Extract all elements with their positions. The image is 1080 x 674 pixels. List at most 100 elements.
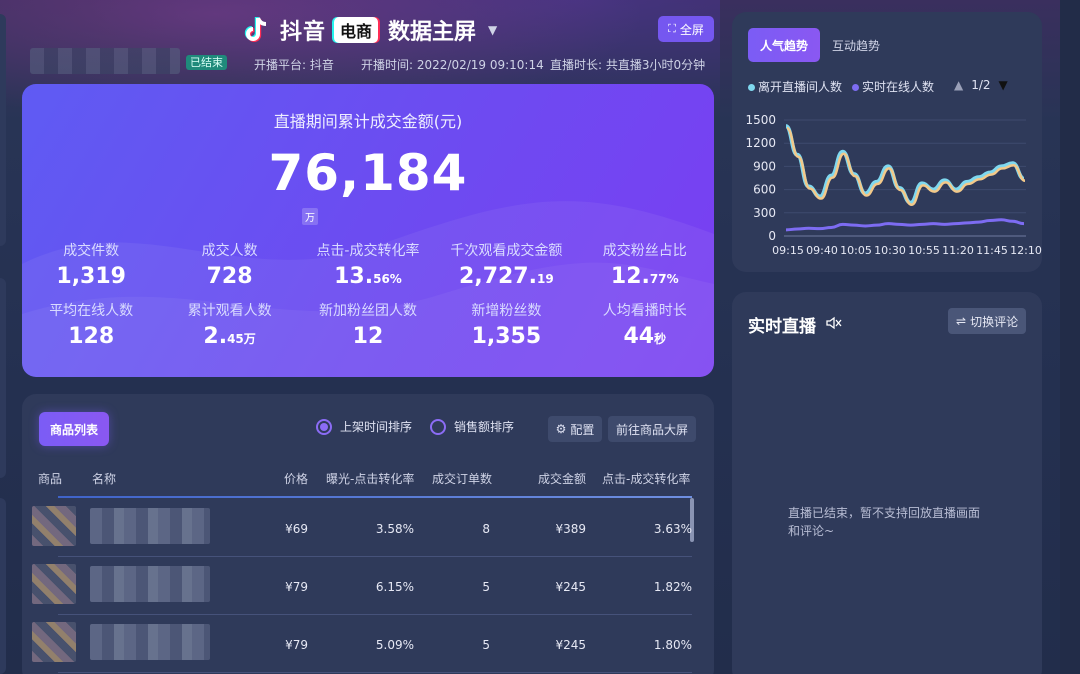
cell-orders: 5 (482, 580, 490, 594)
live-ended-message: 直播已结束，暂不支持回放直播画面和评论~ (788, 506, 981, 538)
legend-item-online[interactable]: 实时在线人数 (852, 78, 934, 95)
metric-item: 点击-成交转化率 13.56% (299, 240, 437, 300)
metric-value-main: 2,727. (459, 264, 537, 289)
cell-exposure-rate: 3.58% (375, 522, 414, 536)
table-row[interactable]: ¥69 3.58% 8 ¥389 3.63% (22, 498, 714, 556)
metric-item: 成交人数 728 (160, 240, 298, 300)
sort-by-sales-radio[interactable]: 销售额排序 (430, 418, 514, 435)
metric-label: 成交件数 (63, 243, 120, 259)
fullscreen-label: 全屏 (679, 22, 704, 37)
column-header: 价格 (284, 472, 309, 486)
table-row[interactable]: ¥79 6.15% 5 ¥245 1.82% (22, 556, 714, 614)
metric-value-suffix: 秒 (654, 332, 667, 346)
cell-click-rate: 1.82% (653, 580, 692, 594)
status-badge: 已结束 (186, 55, 227, 70)
metric-item: 千次观看成交金额 2,727.19 (437, 240, 575, 300)
switch-comments-label: 切换评论 (970, 314, 1019, 329)
pager-next-icon[interactable]: ▼ (999, 78, 1008, 92)
legend-dot (852, 84, 860, 91)
metric-item: 累计观看人数 2.45万 (160, 300, 298, 360)
cell-orders: 5 (482, 638, 490, 652)
metric-value: 2.45万 (160, 324, 298, 349)
total-amount-unit: 万 (302, 208, 318, 225)
metric-value: 128 (22, 324, 160, 349)
live-title: 实时直播 (748, 312, 842, 337)
metric-label: 平均在线人数 (49, 303, 134, 319)
cell-click-rate: 3.63% (653, 522, 692, 536)
radio-checked-icon (316, 418, 332, 435)
cell-amount: ¥389 (555, 522, 586, 536)
metric-label: 点击-成交转化率 (316, 243, 420, 259)
pager-prev-icon[interactable]: ▲ (954, 78, 963, 92)
x-tick-label: 10:55 (908, 244, 940, 257)
metric-label: 千次观看成交金额 (450, 243, 563, 259)
metric-item: 成交粉丝占比 12.77% (576, 240, 714, 300)
y-tick-label: 0 (768, 229, 776, 243)
row-divider (58, 672, 692, 673)
switch-comments-button[interactable]: ⇌ 切换评论 (948, 308, 1027, 334)
metric-value: 728 (160, 264, 298, 289)
blurred-product-name (90, 566, 210, 602)
metric-value: 13.56% (299, 264, 437, 289)
screen-title[interactable]: 数据主屏 (388, 14, 476, 46)
cell-click-rate: 1.80% (653, 638, 692, 652)
tab-product-list[interactable]: 商品列表 (39, 412, 109, 446)
gear-icon: ⚙ (555, 422, 567, 436)
metric-label: 累计观看人数 (187, 303, 272, 319)
popularity-line-chart: 0 300 600 900 1200 1500 09:15 09:40 10:05 10:30 10… (745, 113, 1041, 257)
metric-value: 1,355 (437, 324, 575, 349)
column-header: 成交金额 (538, 472, 587, 486)
metric-value-main: 1,355 (471, 324, 542, 349)
legend-item-leave[interactable]: 离开直播间人数 (748, 78, 842, 95)
x-tick-label: 10:05 (840, 244, 872, 257)
cell-price: ¥69 (285, 522, 308, 536)
y-tick-label: 600 (753, 183, 776, 197)
cell-exposure-rate: 5.09% (375, 638, 414, 652)
metric-value: 12 (299, 324, 437, 349)
tab-popularity-trend[interactable]: 人气趋势 (748, 28, 821, 62)
metrics-row: 成交件数 1,319 成交人数 728 点击-成交转化率 13.56% 千次观看成交金额 2,… (22, 240, 714, 300)
metric-item: 平均在线人数 128 (22, 300, 160, 360)
blurred-account-name (30, 48, 180, 74)
legend-dot (748, 84, 755, 91)
platform-info: 开播平台: 抖音 (254, 58, 334, 72)
metric-label: 成交人数 (201, 243, 258, 259)
summary-card: 直播期间累计成交金额(元) 76,184 万 成交件数 1,319 成交人数 728 点… (22, 84, 714, 377)
metric-value-main: 1,319 (56, 264, 126, 289)
live-title-text: 实时直播 (748, 317, 816, 337)
x-tick-label: 11:20 (942, 244, 974, 257)
pager-text: 1/2 (971, 78, 991, 92)
metric-label: 成交粉丝占比 (602, 243, 687, 259)
config-button[interactable]: ⚙ 配置 (548, 416, 602, 442)
metric-value: 1,319 (22, 264, 160, 289)
sort-by-time-label: 上架时间排序 (340, 420, 413, 434)
cell-price: ¥79 (285, 638, 308, 652)
summary-title: 直播期间累计成交金额(元) (273, 112, 463, 131)
trend-tabs: 人气趋势 互动趋势 (748, 28, 892, 62)
legend-label: 实时在线人数 (862, 80, 935, 94)
sort-by-time-radio[interactable]: 上架时间排序 (316, 418, 412, 435)
x-tick-label: 09:40 (806, 244, 838, 257)
metrics-row: 平均在线人数 128 累计观看人数 2.45万 新加粉丝团人数 12 新增粉丝数 1,355 人… (22, 300, 714, 360)
fullscreen-button[interactable]: ⛶ 全屏 (658, 16, 714, 42)
x-tick-label: 10:30 (874, 244, 906, 257)
tab-interaction-trend[interactable]: 互动趋势 (820, 28, 892, 62)
config-label: 配置 (570, 422, 595, 437)
metrics-grid: 成交件数 1,319 成交人数 728 点击-成交转化率 13.56% 千次观看成交金额 2,… (22, 240, 714, 360)
fullscreen-icon: ⛶ (668, 22, 676, 35)
right-edge (1060, 0, 1080, 674)
open-product-screen-button[interactable]: 前往商品大屏 (608, 416, 696, 442)
y-tick-label: 1200 (745, 136, 776, 150)
metric-label: 新增粉丝数 (471, 303, 542, 319)
metric-value: 12.77% (576, 264, 714, 289)
sort-options: 上架时间排序 销售额排序 (316, 418, 514, 435)
metric-value-suffix: 45万 (227, 332, 256, 346)
chevron-down-icon[interactable]: ▼ (488, 23, 497, 37)
blurred-product-name (90, 624, 210, 660)
table-row[interactable]: ¥79 5.09% 5 ¥245 1.80% (22, 614, 714, 672)
start-time-info: 开播时间: 2022/02/19 09:10:14 (361, 58, 544, 72)
metric-value-main: 2. (203, 324, 228, 349)
y-tick-label: 1500 (745, 113, 776, 127)
cell-amount: ¥245 (555, 580, 586, 594)
speaker-mute-icon[interactable] (826, 316, 842, 334)
